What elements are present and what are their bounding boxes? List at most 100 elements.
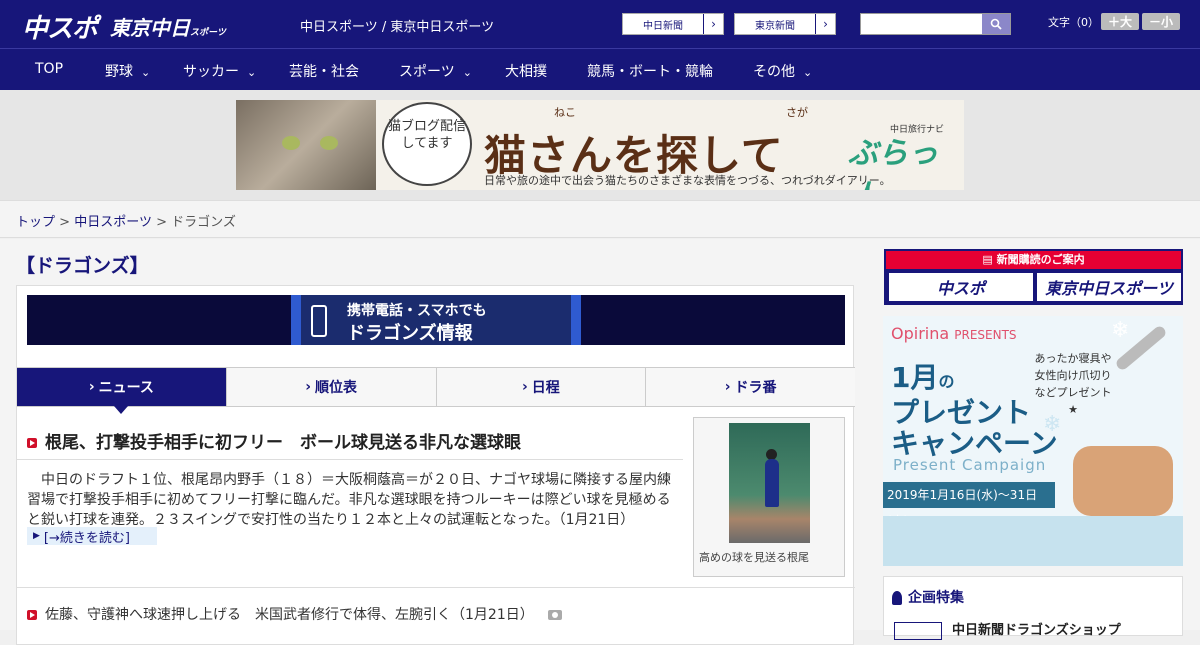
- chevron-down-icon: ⌄: [247, 66, 257, 79]
- read-more-link[interactable]: ▶ [→続きを読む]: [27, 527, 157, 546]
- breadcrumb-chuspo[interactable]: 中日スポーツ: [74, 215, 152, 230]
- nav-item-baseball[interactable]: 野球 ⌄: [105, 61, 150, 81]
- nav-item-label: スポーツ: [399, 64, 455, 80]
- nav-item-label: その他: [753, 64, 795, 80]
- breadcrumb: トップ > 中日スポーツ > ドラゴンズ: [16, 211, 236, 230]
- ad-brand: Opirina PRESENTS: [891, 324, 1017, 343]
- top-header: 中スポ 東京中日スポーツ 中日スポーツ / 東京中日スポーツ 中日新聞 › 東京…: [0, 0, 1200, 48]
- article-body: 中日のドラフト１位、根尾昂内野手（１８）＝大阪桐蔭高＝が２０日、ナゴヤ球場に隣接…: [27, 472, 671, 528]
- banner-ruby: ねこ: [554, 106, 576, 119]
- features-title-text: 企画特集: [908, 590, 964, 606]
- chevron-right-icon: ›: [815, 14, 835, 34]
- chevron-right-icon: ›: [724, 379, 731, 395]
- article-headline-text: 根尾、打撃投手相手に初フリー ボール球見送る非凡な選球眼: [45, 433, 521, 453]
- tokyo-chunichi-logo[interactable]: 東京中日スポーツ: [110, 12, 226, 41]
- mobile-banner-line1: 携帯電話・スマホでも: [347, 303, 487, 319]
- ad-dates: 2019年1月16日(水)～31日(木): [883, 482, 1055, 528]
- article-photo[interactable]: 高めの球を見送る根尾: [693, 417, 845, 577]
- ad-headline-line3: キャンペーン: [891, 427, 1058, 460]
- ribbon-icon: [892, 591, 902, 605]
- tokyo-shimbun-link[interactable]: 東京新聞 ›: [734, 13, 836, 35]
- play-icon: ▶: [33, 531, 40, 541]
- tokyo-shimbun-label: 東京新聞: [755, 20, 795, 32]
- snowflake-icon: ❄: [1043, 412, 1062, 437]
- player-figure: [765, 459, 779, 507]
- font-bigger-button[interactable]: ＋大: [1101, 13, 1139, 30]
- present-campaign-ad[interactable]: Opirina PRESENTS ❄ あったか寝具や女性向け爪切りなどプレゼント…: [883, 316, 1183, 566]
- subscription-box: ▤ 新聞購読のご案内 中スポ 東京中日スポーツ: [884, 249, 1183, 305]
- breadcrumb-separator: >: [59, 215, 71, 230]
- chevron-down-icon: ⌄: [462, 66, 472, 79]
- tokyo-chunichi-logo-text: 東京中日: [110, 16, 190, 40]
- font-smaller-button[interactable]: －小: [1142, 13, 1180, 30]
- cat-blog-banner[interactable]: 猫ブログ配信してます ねこ さが 猫さんを探して 中日旅行ナビ ぶらっ人 日常や…: [236, 100, 964, 190]
- chevron-right-icon: ›: [88, 379, 95, 395]
- newspaper-icon: ▤: [982, 253, 997, 266]
- chevron-right-icon: ›: [703, 14, 723, 34]
- cat-eye: [320, 136, 338, 150]
- subscribe-chuspo-button[interactable]: 中スポ: [889, 273, 1033, 301]
- banner-ruby: さが: [786, 106, 808, 119]
- breadcrumb-separator: >: [156, 215, 167, 230]
- tab-standings[interactable]: › 順位表: [225, 368, 436, 406]
- search-input[interactable]: [861, 14, 982, 34]
- divider: [17, 459, 683, 460]
- mobile-banner-line2: ドラゴンズ情報: [347, 323, 473, 344]
- article-headline[interactable]: 根尾、打撃投手相手に初フリー ボール球見送る非凡な選球眼: [27, 428, 521, 453]
- nav-item-top[interactable]: TOP: [35, 61, 63, 77]
- chevron-right-icon: ›: [521, 379, 528, 395]
- features-box: 企画特集 中日新聞ドラゴンズショップ: [883, 576, 1183, 640]
- search-box: [860, 13, 1011, 35]
- breadcrumb-top[interactable]: トップ: [16, 215, 55, 230]
- cat-eye: [282, 136, 300, 150]
- nav-item-label: サッカー: [183, 64, 239, 80]
- ad-headline-month: 1月: [891, 361, 939, 394]
- mobile-info-banner[interactable]: 携帯電話・スマホでも ドラゴンズ情報: [27, 295, 845, 345]
- nav-item-sumo[interactable]: 大相撲: [505, 61, 547, 81]
- tab-label: ニュース: [98, 380, 154, 396]
- ad-brand-name: Opirina: [891, 324, 950, 343]
- subscription-title: ▤ 新聞購読のご案内: [886, 251, 1181, 269]
- subscribe-tokyo-chunichi-button[interactable]: 東京中日スポーツ: [1037, 273, 1181, 301]
- tab-label: 日程: [531, 380, 560, 396]
- nav-item-label: TOP: [35, 61, 64, 77]
- bullet-arrow-icon: [27, 438, 37, 448]
- snowflake-icon: ❄: [1111, 318, 1130, 343]
- feature-item[interactable]: 中日新聞ドラゴンズショップ: [894, 619, 1121, 640]
- search-button[interactable]: [982, 14, 1010, 34]
- chevron-down-icon: ⌄: [141, 66, 151, 79]
- tab-news[interactable]: › ニュース: [17, 368, 226, 414]
- tab-schedule[interactable]: › 日程: [435, 368, 646, 406]
- ad-brand-suffix: PRESENTS: [954, 328, 1017, 342]
- nav-item-racing[interactable]: 競馬・ボート・競輪: [587, 61, 713, 81]
- nav-item-label: 大相撲: [505, 64, 547, 80]
- tab-reporter[interactable]: › ドラ番: [645, 368, 855, 406]
- chevron-down-icon: ⌄: [803, 66, 813, 79]
- chevron-right-icon: ›: [305, 379, 312, 395]
- ad-headline-no: の: [938, 372, 955, 391]
- search-icon: [990, 18, 1002, 30]
- section-tabs: › ニュース › 順位表 › 日程 › ドラ番: [17, 367, 855, 414]
- cat-photo: [236, 100, 376, 190]
- news-list-item[interactable]: 佐藤、守護神へ球速押し上げる 米国武者修行で体得、左腕引く（1月21日）: [27, 604, 562, 624]
- nav-item-soccer[interactable]: サッカー ⌄: [183, 61, 256, 81]
- smartphone-icon: [311, 305, 327, 337]
- nav-item-sports[interactable]: スポーツ ⌄: [399, 61, 472, 81]
- features-title: 企画特集: [892, 587, 964, 607]
- batting-practice-photo: [729, 423, 810, 543]
- dragons-panel: 携帯電話・スマホでも ドラゴンズ情報 › ニュース › 順位表 › 日程 › ドラ番 根…: [16, 285, 855, 645]
- feature-item-label: 中日新聞ドラゴンズショップ: [952, 623, 1121, 638]
- nav-item-other[interactable]: その他 ⌄: [753, 61, 812, 81]
- chuspo-logo[interactable]: 中スポ: [22, 8, 98, 45]
- nav-item-entertainment[interactable]: 芸能・社会: [289, 61, 359, 81]
- main-nav: TOP 野球 ⌄ サッカー ⌄ 芸能・社会 スポーツ ⌄ 大相撲 競馬・ボート・競輪 …: [0, 48, 1200, 90]
- read-more-label: [→続きを読む]: [43, 530, 130, 546]
- chunichi-shimbun-link[interactable]: 中日新聞 ›: [622, 13, 724, 35]
- nav-item-label: 競馬・ボート・競輪: [587, 64, 713, 80]
- camera-icon: [547, 610, 562, 620]
- bullet-arrow-icon: [27, 610, 37, 620]
- tokyo-chunichi-logo-sub: スポーツ: [190, 28, 226, 38]
- tab-label: ドラ番: [734, 380, 777, 396]
- site-name: 中日スポーツ / 東京中日スポーツ: [300, 20, 495, 35]
- ad-headline: 1月の プレゼント キャンペーン: [891, 362, 1058, 459]
